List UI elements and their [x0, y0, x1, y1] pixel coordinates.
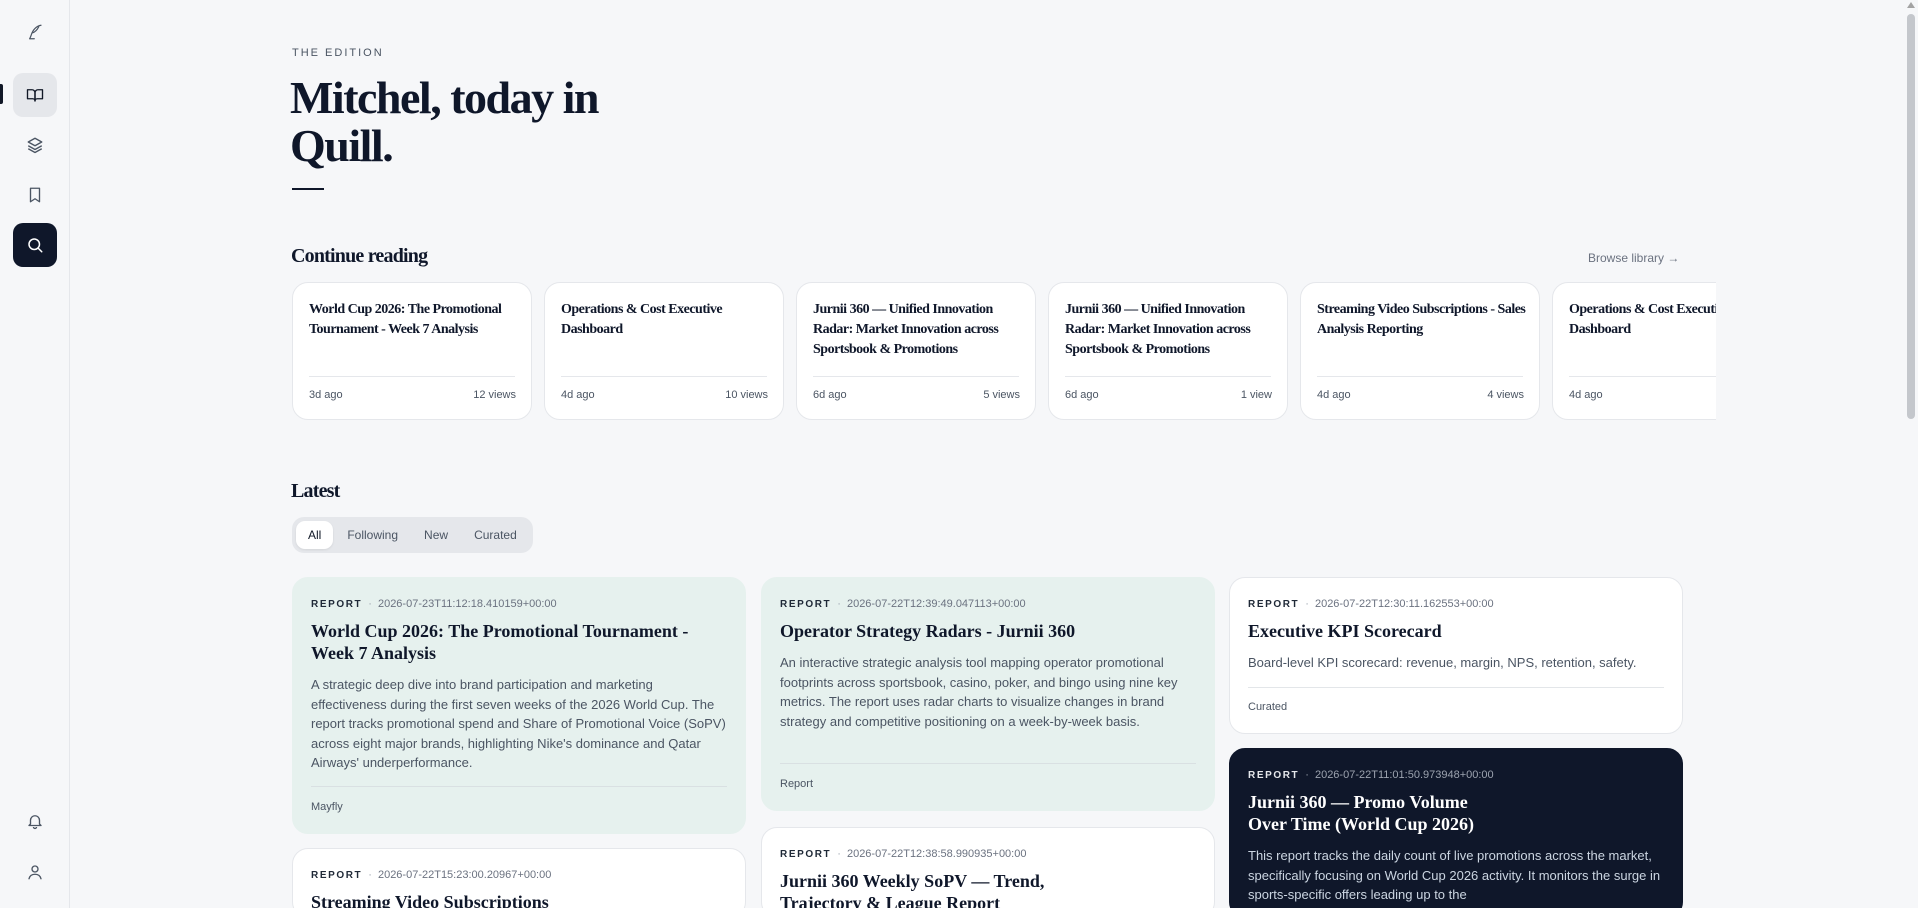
sidebar-item-profile[interactable] — [13, 850, 57, 894]
sidebar-item-notifications[interactable] — [13, 799, 57, 843]
divider — [1248, 687, 1664, 688]
continue-card-title: Jurnii 360 — Unified Innovation Radar: M… — [813, 302, 999, 357]
report-title: Executive KPI Scorecard — [1248, 621, 1442, 641]
sidebar-item-library[interactable] — [13, 73, 57, 117]
report-card[interactable]: REPORT · 2026-07-22T12:30:11.162553+00:00 … — [1229, 577, 1683, 734]
report-meta: REPORT · 2026-07-22T12:30:11.162553+00:00 — [1248, 598, 1494, 610]
divider — [780, 763, 1196, 764]
book-open-icon — [26, 89, 44, 102]
report-title: Jurnii 360 — Promo Volume Over Time (Wor… — [1248, 792, 1475, 834]
report-title: Jurnii 360 Weekly SoPV — Trend, Trajecto… — [780, 871, 1045, 908]
continue-card-title: World Cup 2026: The Promotional Tourname… — [309, 302, 502, 337]
continue-reading-title: Continue reading — [291, 245, 428, 267]
report-kind: REPORT — [311, 870, 363, 881]
tab-all[interactable]: All — [296, 521, 334, 549]
report-meta: REPORT · 2026-07-23T11:12:18.410159+00:00 — [311, 598, 557, 610]
report-card[interactable]: REPORT · 2026-07-22T15:23:00.20967+00:00 S… — [292, 848, 746, 908]
search-icon — [28, 238, 43, 253]
report-description: This report tracks the daily count of li… — [1248, 848, 1661, 902]
report-timestamp: 2026-07-22T12:38:58.990935+00:00 — [846, 848, 1027, 860]
user-icon — [28, 865, 42, 880]
report-title: Operator Strategy Radars - Jurnii 360 — [780, 621, 1076, 641]
report-timestamp: 2026-07-22T12:30:11.162553+00:00 — [1314, 598, 1494, 610]
continue-card-views: 12 views — [473, 389, 516, 401]
continue-card-views: 10 views — [725, 389, 768, 401]
vertical-scrollbar[interactable] — [1904, 0, 1918, 908]
layers-icon — [27, 137, 43, 154]
report-kind: REPORT — [780, 599, 832, 610]
divider — [1317, 376, 1523, 377]
continue-reading-list: World Cup 2026: The Promotional Tourname… — [292, 282, 1716, 422]
report-footer: Curated — [1248, 701, 1288, 713]
eyebrow-label: THE EDITION — [292, 47, 384, 59]
continue-card[interactable]: Operations & Cost Executive Dashboard 4d… — [1552, 282, 1716, 420]
sidebar-item-layers[interactable] — [13, 123, 57, 167]
report-meta: REPORT · 2026-07-22T15:23:00.20967+00:00 — [311, 869, 552, 881]
report-timestamp: 2026-07-22T11:01:50.973948+00:00 — [1314, 769, 1494, 781]
divider — [311, 786, 727, 787]
continue-card-views: 5 views — [983, 389, 1020, 401]
continue-card-date: 4d ago — [561, 389, 595, 401]
continue-card-date: 4d ago — [1317, 389, 1351, 401]
report-card[interactable]: REPORT · 2026-07-23T11:12:18.410159+00:00 … — [292, 577, 746, 834]
divider — [813, 376, 1019, 377]
continue-card-date: 6d ago — [1065, 389, 1099, 401]
report-meta: REPORT · 2026-07-22T12:39:49.047113+00:00 — [780, 598, 1026, 610]
filter-tabs: All Following New Curated — [292, 517, 533, 553]
continue-card[interactable]: World Cup 2026: The Promotional Tourname… — [292, 282, 532, 420]
continue-card-date: 4d ago — [1569, 389, 1603, 401]
page-title: Mitchel, today in Quill. — [290, 72, 599, 171]
report-kind: REPORT — [780, 849, 832, 860]
scrollbar-thumb[interactable] — [1907, 14, 1915, 419]
tab-curated[interactable]: Curated — [462, 521, 529, 549]
report-kind: REPORT — [1248, 599, 1300, 610]
report-meta: REPORT · 2026-07-22T12:38:58.990935+00:00 — [780, 848, 1027, 860]
report-description: An interactive strategic analysis tool m… — [780, 655, 1178, 729]
report-timestamp: 2026-07-22T15:23:00.20967+00:00 — [377, 869, 552, 881]
continue-card-date: 3d ago — [309, 389, 343, 401]
continue-card-views: 4 views — [1487, 389, 1524, 401]
sidebar — [0, 0, 70, 908]
report-meta: REPORT · 2026-07-22T11:01:50.973948+00:00 — [1248, 769, 1494, 781]
continue-card[interactable]: Jurnii 360 — Unified Innovation Radar: M… — [1048, 282, 1288, 420]
scroll-up-arrow[interactable] — [1907, 2, 1915, 8]
report-card[interactable]: REPORT · 2026-07-22T12:38:58.990935+00:00 … — [761, 827, 1215, 908]
latest-title: Latest — [291, 480, 340, 502]
active-indicator — [0, 84, 3, 104]
tab-following[interactable]: Following — [335, 521, 410, 549]
continue-card[interactable]: Operations & Cost Executive Dashboard 4d… — [544, 282, 784, 420]
browse-library-link[interactable]: Browse library → — [1588, 251, 1679, 265]
report-footer: Report — [780, 778, 814, 790]
report-kind: REPORT — [311, 599, 363, 610]
quill-icon[interactable] — [13, 10, 57, 54]
report-description: A strategic deep dive into brand partici… — [311, 677, 726, 770]
continue-card-title: Operations & Cost Executive Dashboard — [1569, 302, 1716, 337]
continue-card[interactable]: Jurnii 360 — Unified Innovation Radar: M… — [796, 282, 1036, 420]
report-card[interactable]: REPORT · 2026-07-22T11:01:50.973948+00:00 … — [1229, 748, 1683, 908]
report-card[interactable]: REPORT · 2026-07-22T12:39:49.047113+00:00 … — [761, 577, 1215, 811]
divider — [309, 376, 515, 377]
divider — [1065, 376, 1271, 377]
sidebar-item-bookmarks[interactable] — [13, 173, 57, 217]
continue-card-views: 1 view — [1240, 389, 1272, 401]
sidebar-item-search[interactable] — [13, 223, 57, 267]
tab-new[interactable]: New — [412, 521, 460, 549]
continue-card-title: Operations & Cost Executive Dashboard — [561, 302, 723, 337]
report-description: Board-level KPI scorecard: revenue, marg… — [1248, 655, 1637, 670]
divider — [1569, 376, 1716, 377]
report-timestamp: 2026-07-22T12:39:49.047113+00:00 — [846, 598, 1026, 610]
report-title: World Cup 2026: The Promotional Tourname… — [311, 621, 689, 663]
continue-card-date: 6d ago — [813, 389, 847, 401]
bell-icon — [28, 815, 42, 830]
title-divider — [292, 188, 324, 190]
report-kind: REPORT — [1248, 770, 1300, 781]
continue-card-title: Streaming Video Subscriptions - Sales An… — [1317, 302, 1526, 337]
divider — [561, 376, 767, 377]
report-timestamp: 2026-07-23T11:12:18.410159+00:00 — [377, 598, 557, 610]
report-footer: Mayfly — [311, 801, 343, 813]
bookmark-icon — [29, 187, 41, 203]
continue-card-title: Jurnii 360 — Unified Innovation Radar: M… — [1065, 302, 1251, 357]
continue-card[interactable]: Streaming Video Subscriptions - Sales An… — [1300, 282, 1540, 420]
report-title: Streaming Video Subscriptions — [311, 892, 549, 908]
